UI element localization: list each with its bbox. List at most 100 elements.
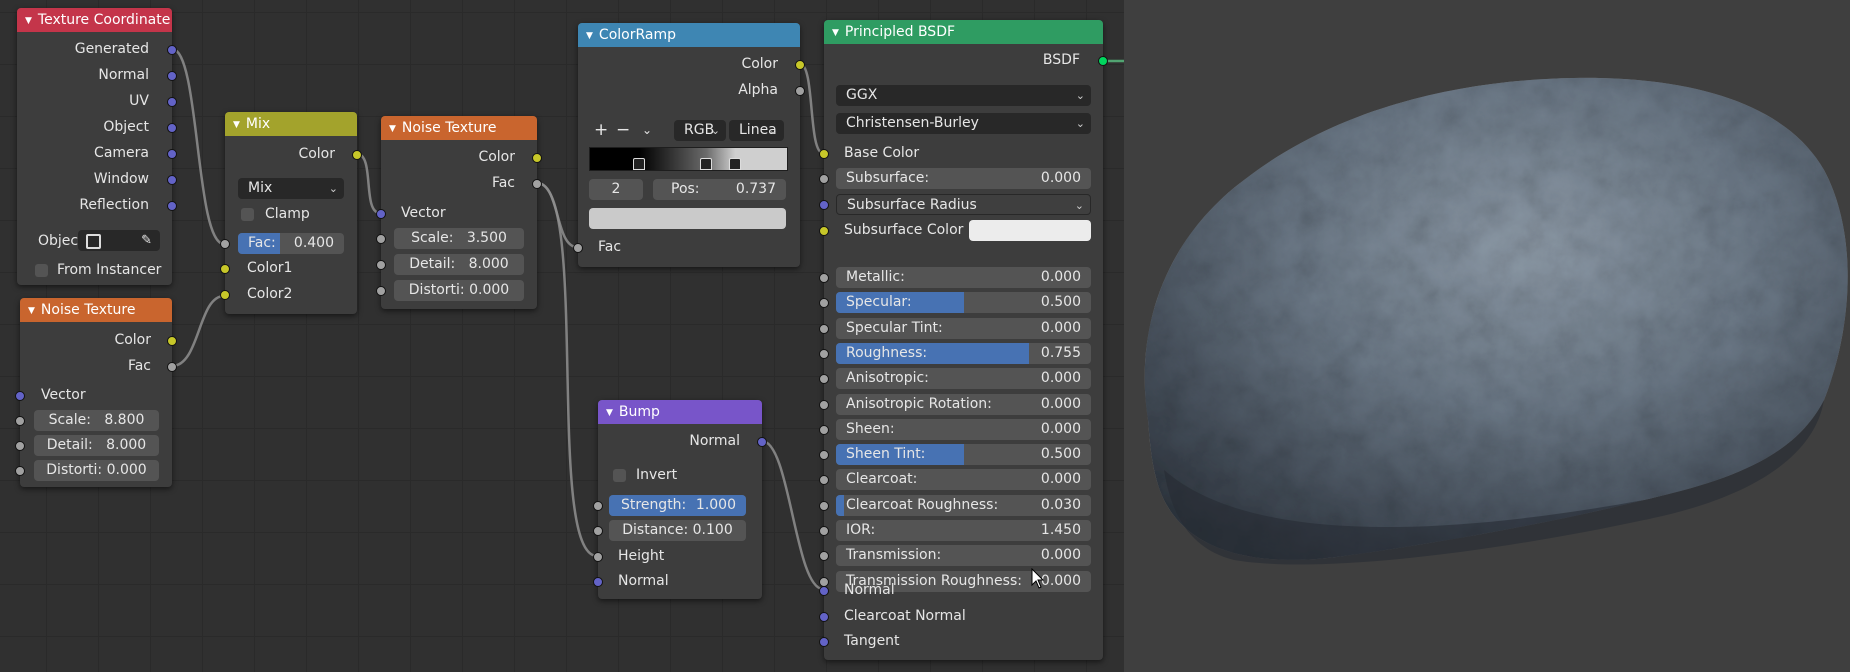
param-socket[interactable] — [819, 450, 829, 460]
socket-camera[interactable] — [167, 149, 177, 159]
socket-distortion[interactable] — [376, 286, 386, 296]
node-texture-coordinate[interactable]: ▼ Texture Coordinate Generated Normal UV … — [17, 8, 177, 285]
color-ramp-gradient[interactable] — [589, 147, 788, 171]
param-socket[interactable] — [819, 349, 829, 359]
3d-viewport[interactable] — [1124, 0, 1850, 672]
ramp-stop-marker[interactable] — [700, 158, 713, 170]
socket-scale[interactable] — [376, 234, 386, 244]
bsdf-param-field[interactable]: Anisotropic: 0.000 — [836, 368, 1091, 389]
node-noise-texture-1[interactable]: ▼ Noise Texture Color Fac Vector Scale: 8… — [15, 298, 177, 487]
node-colorramp[interactable]: ▼ ColorRamp Color Alpha + − ⌄ RGB ⌄ Linea ⌄… — [573, 23, 805, 267]
node-bump[interactable]: ▼ Bump Normal Invert Strength: 1.000 Dista… — [593, 400, 767, 599]
detail-field[interactable]: Detail: 8.000 — [34, 435, 159, 456]
socket-normal[interactable] — [167, 71, 177, 81]
add-stop-button[interactable]: + — [594, 120, 608, 140]
socket-color[interactable] — [795, 60, 805, 70]
from-instancer-checkbox[interactable] — [35, 264, 48, 277]
socket-fac[interactable] — [573, 243, 583, 253]
socket-normal-out[interactable] — [757, 437, 767, 447]
eyedropper-icon[interactable]: ✎ — [141, 230, 152, 251]
socket-subsurface-radius[interactable] — [819, 200, 829, 210]
socket-window[interactable] — [167, 175, 177, 185]
color-mode-dropdown[interactable]: RGB ⌄ — [674, 120, 726, 141]
socket-normal-in[interactable] — [593, 577, 603, 587]
node-mix[interactable]: ▼ Mix Color Mix ⌄ Clamp Fac: 0.400 Color1 C… — [220, 112, 362, 314]
socket-clearcoat-normal[interactable] — [819, 612, 829, 622]
collapse-icon[interactable]: ▼ — [28, 306, 35, 316]
param-socket[interactable] — [819, 400, 829, 410]
ramp-stop-marker[interactable] — [633, 158, 646, 170]
bsdf-param-field[interactable]: Sheen Tint: 0.500 — [836, 444, 1091, 465]
param-socket[interactable] — [819, 425, 829, 435]
socket-scale[interactable] — [15, 416, 25, 426]
distance-field[interactable]: Distance: 0.100 — [609, 520, 746, 541]
socket-detail[interactable] — [15, 441, 25, 451]
collapse-icon[interactable]: ▼ — [832, 28, 839, 38]
socket-detail[interactable] — [376, 260, 386, 270]
position-field[interactable]: Pos: 0.737 — [653, 179, 786, 200]
socket-fac[interactable] — [167, 362, 177, 372]
socket-uv[interactable] — [167, 97, 177, 107]
socket-tangent[interactable] — [819, 637, 829, 647]
collapse-icon[interactable]: ▼ — [389, 124, 396, 134]
socket-strength[interactable] — [593, 501, 603, 511]
socket-vector[interactable] — [376, 209, 386, 219]
remove-stop-button[interactable]: − — [616, 120, 630, 140]
scale-field[interactable]: Scale: 8.800 — [34, 410, 159, 431]
fac-slider[interactable]: Fac: 0.400 — [238, 233, 344, 254]
bsdf-param-field[interactable]: Specular: 0.500 — [836, 292, 1091, 313]
node-noise-texture-2[interactable]: ▼ Noise Texture Color Fac Vector Scale: 3… — [376, 116, 542, 309]
param-socket[interactable] — [819, 475, 829, 485]
socket-color1[interactable] — [220, 264, 230, 274]
collapse-icon[interactable]: ▼ — [25, 16, 32, 26]
socket-subsurface[interactable] — [819, 174, 829, 184]
socket-color[interactable] — [167, 336, 177, 346]
ramp-stop-marker[interactable] — [729, 158, 742, 170]
bsdf-param-field[interactable]: Specular Tint: 0.000 — [836, 318, 1091, 339]
subsurface-color-swatch[interactable] — [969, 220, 1091, 241]
node-editor[interactable]: ▼ Texture Coordinate Generated Normal UV … — [0, 0, 1124, 672]
socket-fac[interactable] — [220, 239, 230, 249]
node-header[interactable]: ▼ Mix — [225, 112, 357, 136]
blend-mode-dropdown[interactable]: Mix ⌄ — [238, 178, 344, 199]
socket-vector[interactable] — [15, 391, 25, 401]
node-header[interactable]: ▼ Texture Coordinate — [17, 8, 172, 32]
invert-checkbox[interactable] — [613, 469, 626, 482]
node-header[interactable]: ▼ Noise Texture — [381, 116, 537, 140]
node-header[interactable]: ▼ Bump — [598, 400, 762, 424]
clamp-checkbox[interactable] — [241, 208, 254, 221]
param-socket[interactable] — [819, 374, 829, 384]
bsdf-param-field[interactable]: Transmission: 0.000 — [836, 545, 1091, 566]
distortion-field[interactable]: Distorti: 0.000 — [394, 280, 524, 301]
node-header[interactable]: ▼ ColorRamp — [578, 23, 800, 47]
stop-index-field[interactable]: 2 — [589, 179, 643, 200]
distribution-dropdown[interactable]: GGX ⌄ — [836, 85, 1091, 106]
socket-generated[interactable] — [167, 45, 177, 55]
collapse-icon[interactable]: ▼ — [606, 408, 613, 418]
subsurface-field[interactable]: Subsurface: 0.000 — [836, 168, 1091, 189]
node-principled-bsdf[interactable]: ▼ Principled BSDF BSDF GGX ⌄ Christensen-B… — [819, 20, 1108, 660]
socket-alpha[interactable] — [795, 86, 805, 96]
bsdf-param-field[interactable]: Roughness: 0.755 — [836, 343, 1091, 364]
socket-distance[interactable] — [593, 526, 603, 536]
param-socket[interactable] — [819, 298, 829, 308]
distortion-field[interactable]: Distorti: 0.000 — [34, 460, 159, 481]
bsdf-param-field[interactable]: Metallic: 0.000 — [836, 267, 1091, 288]
socket-color2[interactable] — [220, 290, 230, 300]
bsdf-param-field[interactable]: Sheen: 0.000 — [836, 419, 1091, 440]
param-socket[interactable] — [819, 501, 829, 511]
strength-slider[interactable]: Strength: 1.000 — [609, 495, 746, 516]
socket-fac[interactable] — [532, 179, 542, 189]
socket-reflection[interactable] — [167, 201, 177, 211]
socket-subsurface-color[interactable] — [819, 226, 829, 236]
node-header[interactable]: ▼ Noise Texture — [20, 298, 172, 322]
param-socket[interactable] — [819, 273, 829, 283]
collapse-icon[interactable]: ▼ — [233, 120, 240, 130]
socket-height[interactable] — [593, 552, 603, 562]
socket-bsdf[interactable] — [1098, 56, 1108, 66]
bsdf-param-field[interactable]: Clearcoat: 0.000 — [836, 469, 1091, 490]
object-picker[interactable]: ✎ — [78, 230, 160, 251]
interpolation-dropdown[interactable]: Linea ⌄ — [729, 120, 784, 141]
node-header[interactable]: ▼ Principled BSDF — [824, 20, 1103, 44]
socket-distortion[interactable] — [15, 466, 25, 476]
